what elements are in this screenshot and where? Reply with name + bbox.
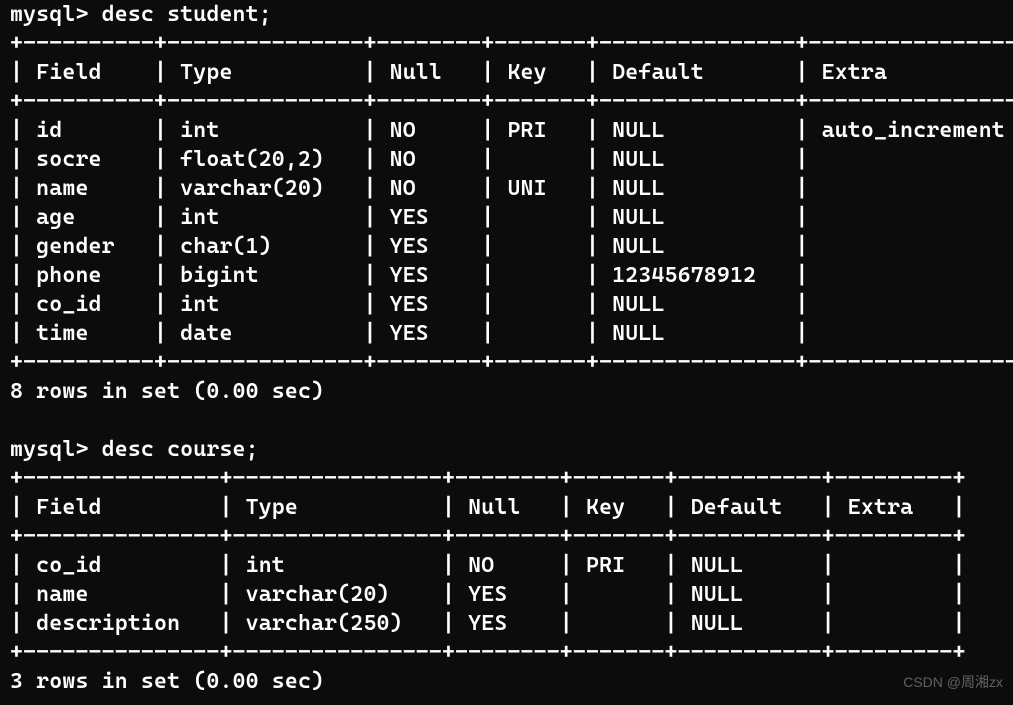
mysql-terminal-output: mysql> desc student; +----------+-------… [10, 0, 1003, 696]
csdn-watermark: CSDN @周湘zx [903, 668, 1003, 697]
